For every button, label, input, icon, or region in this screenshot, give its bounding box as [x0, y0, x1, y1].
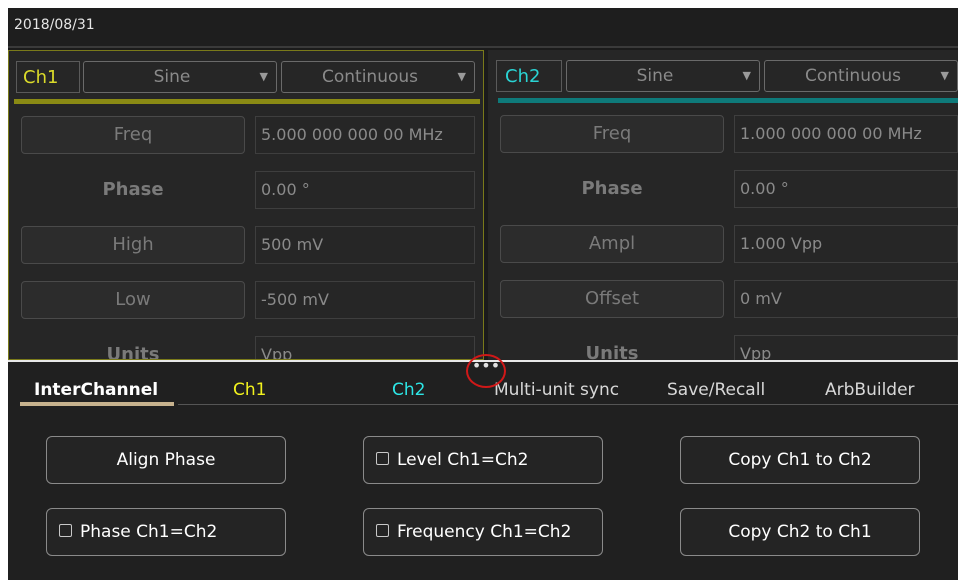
drawer-handle[interactable]: •••	[466, 354, 506, 388]
tabs-divider	[178, 404, 958, 405]
ch2-color-bar	[498, 98, 958, 103]
ch2-phase-value[interactable]: 0.00 °	[734, 170, 958, 208]
tab-arbbuilder[interactable]: ArbBuilder	[825, 380, 915, 400]
checkbox-icon[interactable]	[59, 524, 72, 537]
phase-ch1-ch2-toggle[interactable]: Phase Ch1=Ch2	[46, 508, 286, 556]
date-display: 2018/08/31	[14, 17, 95, 33]
ch1-low-button[interactable]: Low	[21, 281, 245, 319]
ch2-label[interactable]: Ch2	[496, 60, 562, 92]
ch1-panel: Ch1 Sine ▼ Continuous ▼ Freq 5.000 000 000…	[8, 50, 484, 360]
ch1-units-label: Units	[106, 344, 160, 360]
interchannel-drawer: InterChannel Ch1 Ch2 Multi-unit sync Sav…	[8, 354, 958, 580]
status-bar: 2018/08/31	[8, 8, 958, 48]
align-phase-button[interactable]: Align Phase	[46, 436, 286, 484]
checkbox-icon[interactable]	[376, 524, 389, 537]
tab-ch1[interactable]: Ch1	[233, 380, 266, 400]
ch1-phase-value[interactable]: 0.00 °	[255, 171, 475, 209]
instrument-screen: 2018/08/31 Ch1 Sine ▼ Continuous ▼ Freq 5.…	[8, 8, 958, 580]
checkbox-icon[interactable]	[376, 452, 389, 465]
ch2-ampl-button[interactable]: Ampl	[500, 225, 724, 263]
ch2-offset-button[interactable]: Offset	[500, 280, 724, 318]
frequency-ch1-ch2-toggle[interactable]: Frequency Ch1=Ch2	[363, 508, 603, 556]
ch1-low-value[interactable]: -500 mV	[255, 281, 475, 319]
copy-ch1-to-ch2-button[interactable]: Copy Ch1 to Ch2	[680, 436, 920, 484]
ch2-units-dropdown[interactable]: Vpp	[734, 335, 958, 360]
ch2-offset-value[interactable]: 0 mV	[734, 280, 958, 318]
chevron-down-icon: ▼	[457, 70, 466, 83]
ch1-mode-dropdown[interactable]: Continuous ▼	[281, 61, 475, 93]
tab-interchannel[interactable]: InterChannel	[34, 380, 158, 400]
ch2-phase-label: Phase	[581, 178, 643, 199]
ch1-freq-button[interactable]: Freq	[21, 116, 245, 154]
ch2-ampl-value[interactable]: 1.000 Vpp	[734, 225, 958, 263]
ch2-units-label: Units	[585, 343, 639, 360]
ch2-freq-button[interactable]: Freq	[500, 115, 724, 153]
ch2-waveform-dropdown[interactable]: Sine ▼	[566, 60, 760, 92]
ch1-waveform-dropdown[interactable]: Sine ▼	[83, 61, 277, 93]
ch1-high-value[interactable]: 500 mV	[255, 226, 475, 264]
ch1-freq-value[interactable]: 5.000 000 000 00 MHz	[255, 116, 475, 154]
ch1-units-dropdown[interactable]: Vpp	[255, 336, 475, 359]
tab-ch2[interactable]: Ch2	[392, 380, 425, 400]
level-ch1-ch2-toggle[interactable]: Level Ch1=Ch2	[363, 436, 603, 484]
tab-multi-unit-sync[interactable]: Multi-unit sync	[494, 380, 619, 400]
chevron-down-icon: ▼	[259, 70, 268, 83]
chevron-down-icon: ▼	[742, 69, 751, 82]
ch2-mode-dropdown[interactable]: Continuous ▼	[764, 60, 958, 92]
ch1-label[interactable]: Ch1	[16, 61, 80, 93]
ch1-high-button[interactable]: High	[21, 226, 245, 264]
ch2-freq-value[interactable]: 1.000 000 000 00 MHz	[734, 115, 958, 153]
active-tab-indicator	[20, 402, 174, 406]
chevron-down-icon: ▼	[940, 69, 949, 82]
ch1-phase-label: Phase	[102, 179, 164, 200]
copy-ch2-to-ch1-button[interactable]: Copy Ch2 to Ch1	[680, 508, 920, 556]
ch1-color-bar	[14, 99, 480, 104]
tab-save-recall[interactable]: Save/Recall	[667, 380, 765, 400]
ch2-panel: Ch2 Sine ▼ Continuous ▼ Freq 1.000 000 000…	[488, 50, 958, 360]
